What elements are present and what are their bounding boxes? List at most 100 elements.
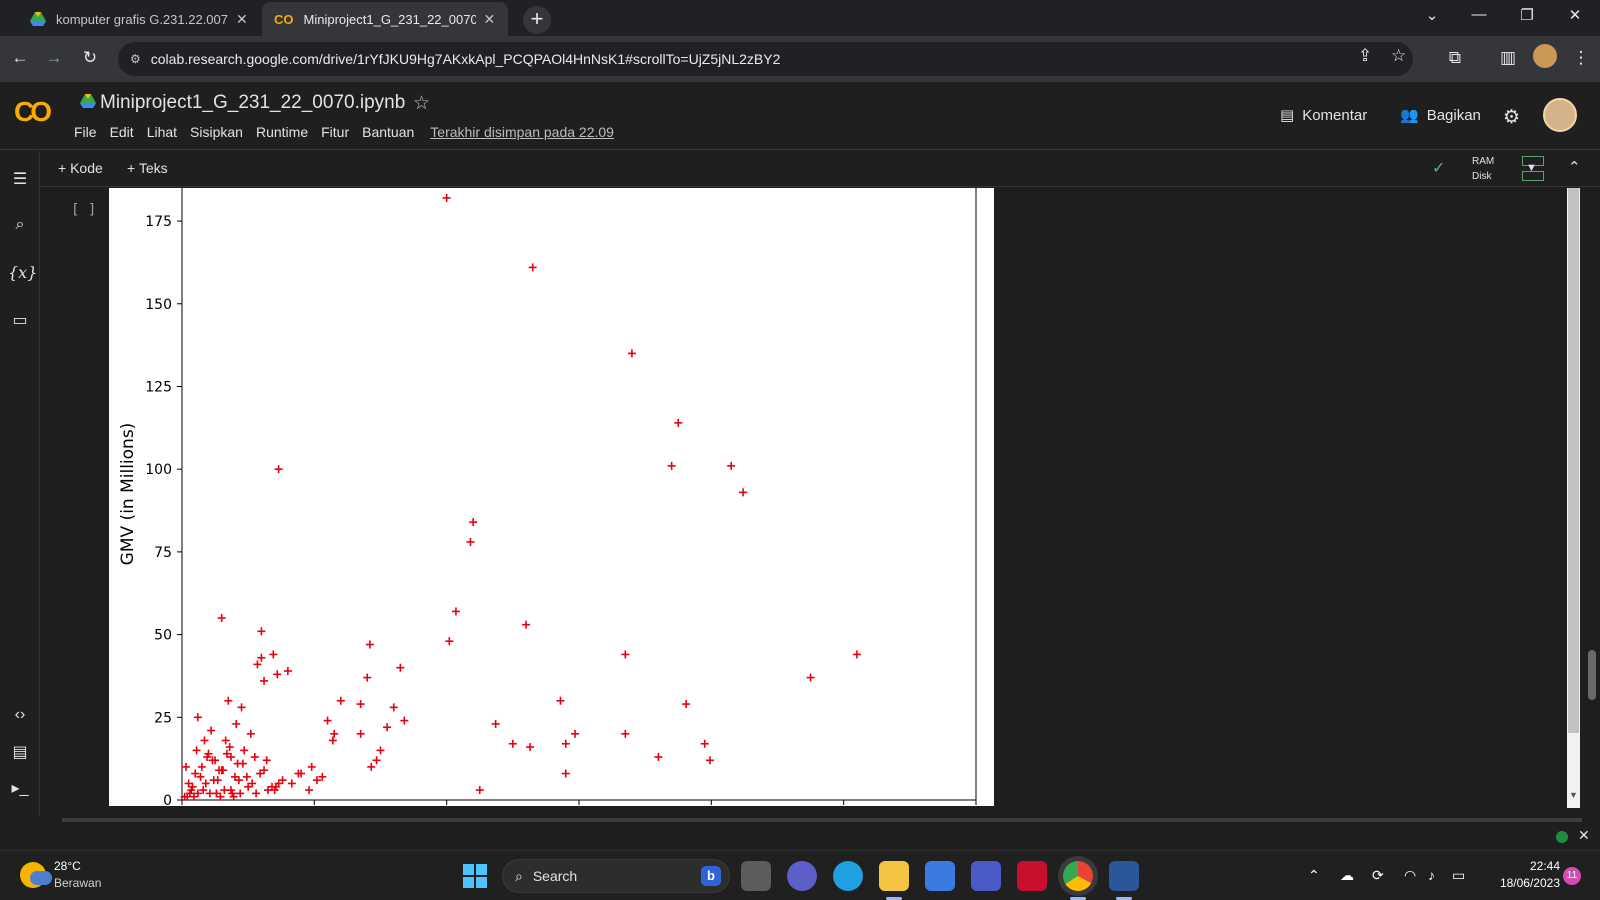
- resource-monitor[interactable]: RAM Disk: [1472, 154, 1494, 184]
- last-saved-link[interactable]: Terakhir disimpan pada 22.09: [430, 124, 614, 140]
- add-code-button[interactable]: + Kode: [58, 160, 103, 176]
- data-point-marker: [220, 786, 229, 795]
- bing-icon[interactable]: b: [701, 866, 721, 886]
- page-scrollbar-thumb[interactable]: [1588, 650, 1596, 700]
- data-point-marker: [207, 726, 216, 735]
- chrome-icon[interactable]: [1063, 861, 1093, 900]
- extensions-icon[interactable]: ⧉: [1444, 48, 1466, 68]
- tab-search-icon[interactable]: ⌄: [1419, 6, 1445, 24]
- notification-badge[interactable]: 11: [1563, 867, 1581, 885]
- table-of-contents-icon[interactable]: ☰: [8, 169, 32, 189]
- cell-output-scrollbar[interactable]: [1567, 188, 1580, 808]
- ram-label: RAM: [1472, 156, 1495, 167]
- browser-tab-miniproject[interactable]: CO Miniproject1_G_231_22_0070.ipynb ✕: [262, 2, 508, 36]
- search-icon[interactable]: ⌕: [8, 216, 32, 234]
- runtime-dropdown-icon[interactable]: ▼: [1526, 162, 1537, 174]
- terminal-icon[interactable]: ▸_: [8, 778, 32, 798]
- menu-bar: File Edit Lihat Sisipkan Runtime Fitur B…: [74, 124, 614, 140]
- files-folder-icon[interactable]: ▭: [8, 310, 32, 330]
- status-close-icon[interactable]: ✕: [1578, 827, 1590, 844]
- y-tick-label: 75: [154, 545, 172, 561]
- menu-file[interactable]: File: [74, 124, 97, 140]
- cell-run-bracket[interactable]: [ ]: [71, 202, 96, 218]
- data-point-marker: [287, 779, 296, 788]
- data-point-marker: [246, 729, 255, 738]
- data-point-marker: [389, 703, 398, 712]
- collapse-header-icon[interactable]: ⌃: [1568, 158, 1581, 176]
- bookmark-star-icon[interactable]: ☆: [1391, 46, 1406, 66]
- data-point-marker: [273, 670, 282, 679]
- code-snippets-icon[interactable]: ‹›: [8, 706, 32, 724]
- share-page-icon[interactable]: ⇪: [1358, 46, 1372, 66]
- onedrive-icon[interactable]: ☁: [1340, 867, 1354, 884]
- share-button[interactable]: 👥 Bagikan: [1400, 106, 1481, 125]
- menu-lihat[interactable]: Lihat: [147, 124, 177, 140]
- minimize-icon[interactable]: —: [1466, 6, 1492, 23]
- microsoft-store-icon[interactable]: [925, 861, 955, 891]
- sync-icon[interactable]: ⟳: [1372, 867, 1384, 884]
- clock-time[interactable]: 22:44: [1524, 859, 1560, 873]
- tab-close-icon[interactable]: ✕: [236, 11, 248, 28]
- task-view-icon[interactable]: [741, 861, 771, 891]
- clock-date[interactable]: 18/06/2023: [1488, 876, 1560, 890]
- browser-menu-icon[interactable]: ⋮: [1570, 48, 1592, 68]
- tab-close-icon[interactable]: ✕: [484, 11, 496, 28]
- data-point-marker: [528, 263, 537, 272]
- star-icon[interactable]: ☆: [413, 92, 430, 115]
- notebook-toolbar: + Kode + Teks ✓ RAM Disk ▼ ⌃: [40, 151, 1600, 187]
- wifi-icon[interactable]: ◠: [1404, 867, 1416, 884]
- mcafee-icon[interactable]: [1017, 861, 1047, 891]
- battery-icon[interactable]: ▭: [1452, 867, 1465, 884]
- new-tab-button[interactable]: +: [523, 6, 551, 34]
- back-icon[interactable]: ←: [8, 48, 32, 68]
- teams-chat-icon[interactable]: [787, 861, 817, 891]
- command-palette-icon[interactable]: ▤: [8, 742, 32, 762]
- settings-gear-icon[interactable]: ⚙: [1503, 106, 1520, 129]
- menu-edit[interactable]: Edit: [110, 124, 134, 140]
- variables-icon[interactable]: {x}: [8, 263, 37, 282]
- data-point-marker: [356, 700, 365, 709]
- status-bar: [0, 826, 1600, 850]
- comment-button[interactable]: ▤ Komentar: [1280, 106, 1367, 125]
- browser-profile-avatar[interactable]: [1533, 44, 1557, 68]
- side-panel-icon[interactable]: ▥: [1497, 48, 1519, 68]
- taskbar-search-box[interactable]: ⌕ Search b: [502, 859, 730, 893]
- scrollbar-thumb[interactable]: [1568, 188, 1579, 733]
- data-point-marker: [336, 696, 345, 705]
- close-window-icon[interactable]: ✕: [1562, 6, 1588, 24]
- data-point-marker: [330, 729, 339, 738]
- tray-overflow-chevron-icon[interactable]: ⌃: [1308, 867, 1320, 884]
- data-point-marker: [232, 719, 241, 728]
- weather-cloud-icon: [30, 871, 52, 885]
- add-text-button[interactable]: + Teks: [127, 160, 168, 176]
- data-point-marker: [682, 700, 691, 709]
- reload-icon[interactable]: ↻: [78, 48, 102, 68]
- colab-logo[interactable]: CO: [14, 96, 52, 128]
- user-avatar[interactable]: [1543, 98, 1577, 132]
- left-sidebar: ☰ ⌕ {x} ▭ ‹› ▤ ▸_: [0, 151, 40, 817]
- site-info-icon[interactable]: ⚙: [130, 52, 141, 66]
- scroll-down-arrow-icon[interactable]: ▼: [1567, 790, 1580, 800]
- data-point-marker: [627, 349, 636, 358]
- file-explorer-icon[interactable]: [879, 861, 909, 900]
- menu-runtime[interactable]: Runtime: [256, 124, 308, 140]
- data-point-marker: [260, 676, 269, 685]
- volume-icon[interactable]: ♪: [1428, 867, 1435, 883]
- data-point-marker: [475, 786, 484, 795]
- maths-app-icon[interactable]: [971, 861, 1001, 891]
- menu-sisipkan[interactable]: Sisipkan: [190, 124, 243, 140]
- word-icon[interactable]: [1109, 861, 1139, 900]
- url-bar[interactable]: ⚙ colab.research.google.com/drive/1rYfJK…: [118, 42, 1413, 76]
- horizontal-scrollbar[interactable]: [62, 818, 1582, 822]
- forward-icon[interactable]: →: [42, 48, 66, 68]
- browser-tab-komputer-grafis[interactable]: komputer grafis G.231.22.0070 ✕: [18, 2, 260, 36]
- menu-bantuan[interactable]: Bantuan: [362, 124, 414, 140]
- menu-fitur[interactable]: Fitur: [321, 124, 349, 140]
- restore-icon[interactable]: ❐: [1514, 6, 1540, 24]
- weather-temperature: 28°C: [54, 859, 81, 873]
- edge-browser-icon[interactable]: [833, 861, 863, 891]
- data-point-marker: [469, 518, 478, 527]
- data-point-marker: [674, 418, 683, 427]
- notebook-title[interactable]: Miniproject1_G_231_22_0070.ipynb: [100, 92, 405, 114]
- windows-start-icon[interactable]: [463, 864, 487, 888]
